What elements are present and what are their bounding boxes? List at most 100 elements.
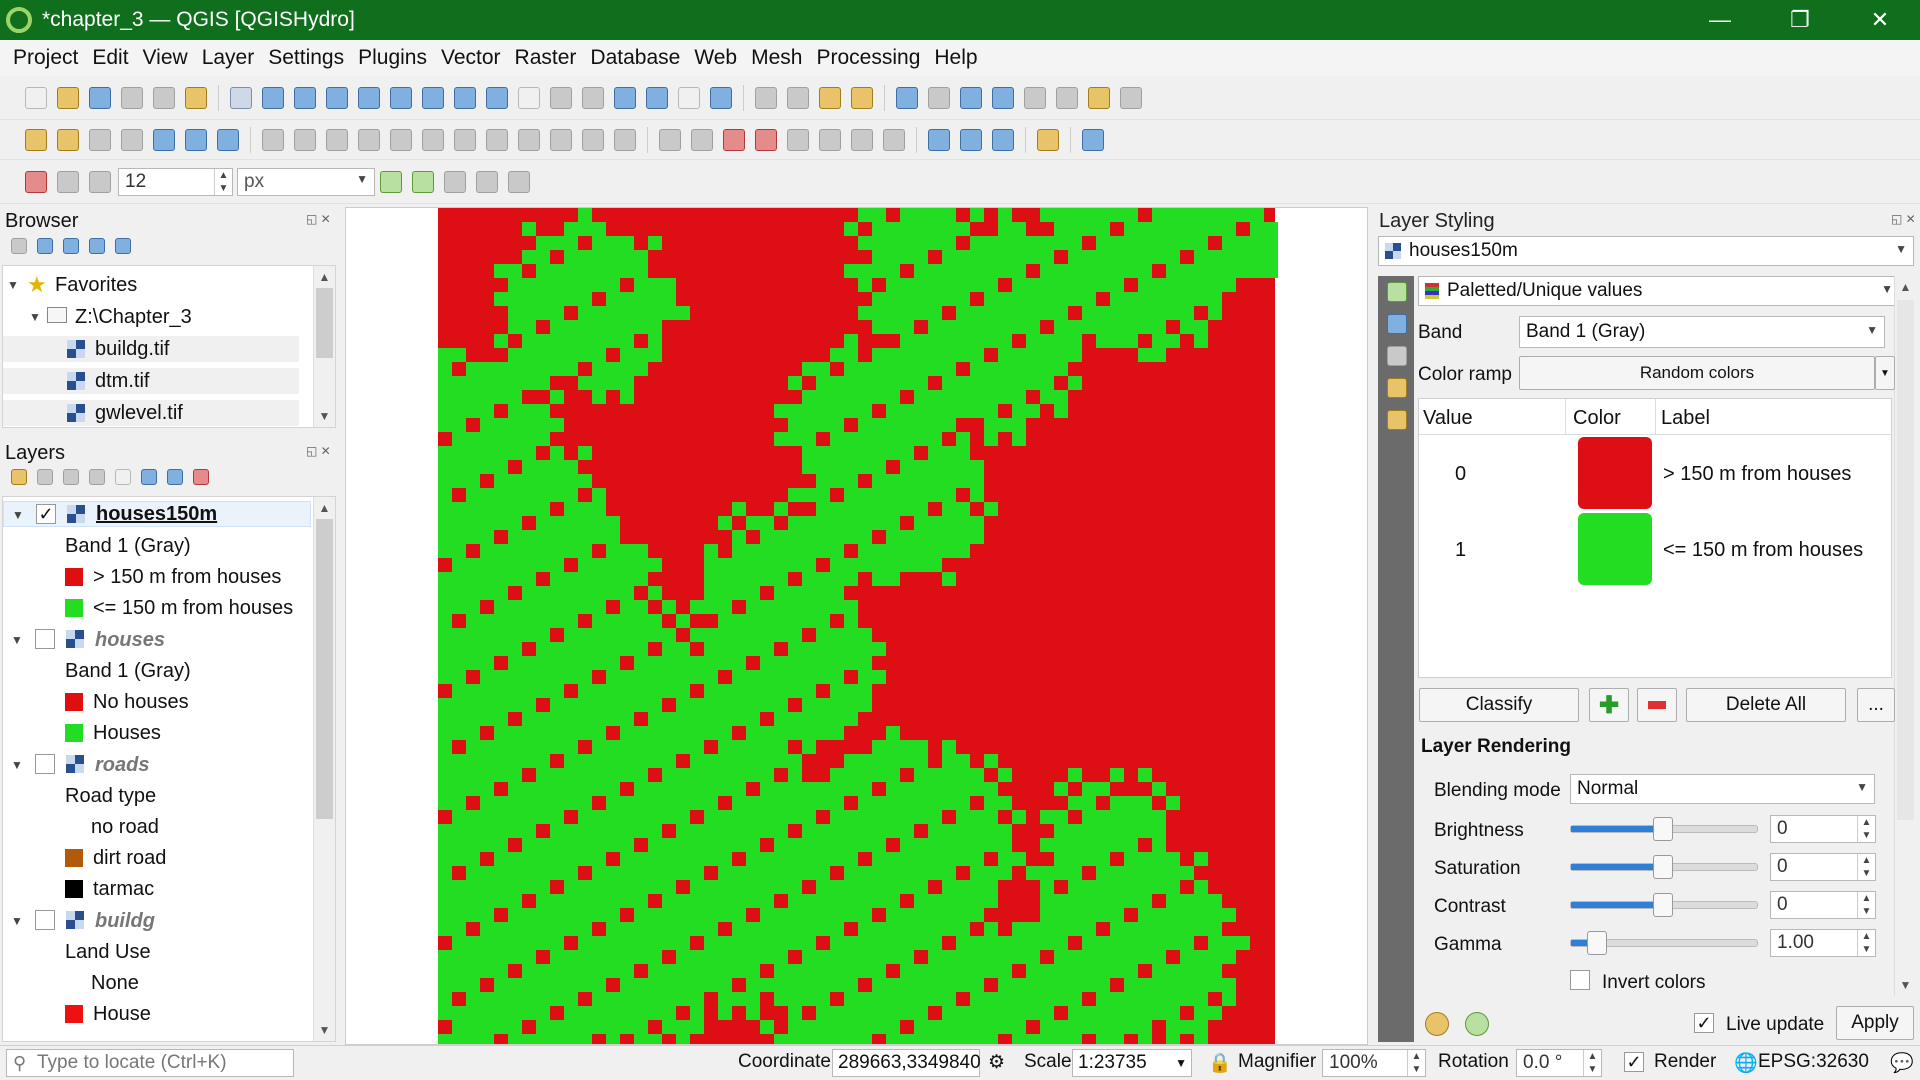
contrast-input[interactable]: 0 ▲ ▼ <box>1770 891 1876 919</box>
menu-view[interactable]: View <box>143 46 188 70</box>
class-color-swatch[interactable] <box>1578 437 1652 509</box>
new-project-icon[interactable] <box>25 86 47 109</box>
styling-panel-controls[interactable]: ◱ ✕ <box>1891 212 1916 226</box>
layer-item-roads[interactable]: ▼ roads <box>3 752 303 778</box>
undo-icon[interactable] <box>582 128 604 151</box>
add-raster-layer-icon[interactable] <box>121 128 143 151</box>
remove-class-icon[interactable] <box>1637 688 1677 722</box>
add-class-icon[interactable]: ✚ <box>1589 688 1629 722</box>
zoom-next-icon[interactable] <box>518 86 540 109</box>
rotate-label-icon[interactable] <box>851 128 873 151</box>
redo-style-icon[interactable] <box>1465 1012 1489 1036</box>
temporal-controller-icon[interactable] <box>678 86 700 109</box>
map-canvas[interactable] <box>345 207 1368 1045</box>
globe-icon[interactable] <box>992 128 1014 151</box>
layers-scrollbar[interactable]: ▲ ▼ <box>313 497 335 1041</box>
rendering-icon[interactable] <box>1387 378 1407 398</box>
browser-refresh-icon[interactable] <box>37 238 53 254</box>
identify-icon[interactable] <box>896 86 918 109</box>
rotation-input[interactable]: 0.0 ° ▲ ▼ <box>1516 1049 1602 1077</box>
crs-globe-icon[interactable]: 🌐 <box>1734 1051 1758 1075</box>
symbology-icon[interactable] <box>1387 282 1407 302</box>
histogram-icon[interactable] <box>1387 346 1407 366</box>
gamma-slider[interactable] <box>1570 931 1758 955</box>
color-ramp-button[interactable]: Random colors <box>1519 356 1875 390</box>
avoid-overlap-icon[interactable] <box>444 170 466 193</box>
menu-layer[interactable]: Layer <box>202 46 255 70</box>
open-project-icon[interactable] <box>57 86 79 109</box>
column-value[interactable]: Value <box>1423 407 1473 430</box>
zoom-out-icon[interactable] <box>326 86 348 109</box>
tracing-icon[interactable] <box>476 170 498 193</box>
apply-button[interactable]: Apply <box>1836 1006 1914 1040</box>
pan-icon[interactable] <box>230 86 252 109</box>
measure-icon[interactable] <box>1056 86 1078 109</box>
python-console-icon[interactable] <box>1037 128 1059 151</box>
select-features-icon[interactable] <box>755 86 777 109</box>
styling-scrollbar[interactable]: ▲ ▼ <box>1894 276 1916 996</box>
render-checkbox[interactable]: ✓ <box>1624 1052 1644 1072</box>
copy-features-icon[interactable] <box>518 128 540 151</box>
lock-scale-icon[interactable]: 🔒 <box>1208 1051 1232 1075</box>
browser-item-favorites[interactable]: ▼ ★ Favorites <box>3 272 303 298</box>
modify-attributes-icon[interactable] <box>422 128 444 151</box>
topological-editing-icon[interactable] <box>380 170 402 193</box>
menu-database[interactable]: Database <box>590 46 680 70</box>
locator-icon[interactable] <box>1120 86 1142 109</box>
select-location-icon[interactable] <box>851 86 873 109</box>
undo-style-icon[interactable] <box>1425 1012 1449 1036</box>
close-button[interactable]: ✕ <box>1840 0 1920 40</box>
new-map-view-icon[interactable] <box>550 86 572 109</box>
print-layout-icon[interactable] <box>121 86 143 109</box>
snapping-tolerance-input[interactable]: 12 ▲ ▼ <box>118 167 233 196</box>
digitize-icon[interactable] <box>262 128 284 151</box>
paste-features-icon[interactable] <box>550 128 572 151</box>
new-bookmark-icon[interactable] <box>614 86 636 109</box>
open-attribute-table-icon[interactable] <box>928 86 950 109</box>
snapping-enabled-icon[interactable] <box>25 170 47 193</box>
zoom-native-icon[interactable] <box>454 86 476 109</box>
layout-manager-icon[interactable] <box>153 86 175 109</box>
layer-diagram-icon[interactable] <box>755 128 777 151</box>
pan-to-selection-icon[interactable] <box>262 86 284 109</box>
delete-selected-icon[interactable] <box>454 128 476 151</box>
transparency-icon[interactable] <box>1387 314 1407 334</box>
self-snapping-icon[interactable] <box>508 170 530 193</box>
browser-item-gwlevel[interactable]: gwlevel.tif <box>3 400 299 426</box>
browser-tree[interactable]: ▼ ★ Favorites ▼ Z:\Chapter_3 buildg.tif … <box>2 265 336 428</box>
layers-panel-controls[interactable]: ◱ ✕ <box>306 444 331 458</box>
show-bookmarks-icon[interactable] <box>646 86 668 109</box>
new-3d-view-icon[interactable] <box>582 86 604 109</box>
deselect-icon[interactable] <box>819 86 841 109</box>
help-icon[interactable] <box>1082 128 1104 151</box>
add-wms-layer-icon[interactable] <box>217 128 239 151</box>
browser-scrollbar[interactable]: ▲ ▼ <box>313 266 335 427</box>
web-service-icon[interactable] <box>960 128 982 151</box>
redo-icon[interactable] <box>614 128 636 151</box>
remove-layer-icon[interactable] <box>193 469 209 485</box>
history-icon[interactable] <box>1387 410 1407 430</box>
filter-expression-icon[interactable] <box>115 469 131 485</box>
vertex-tool-icon[interactable] <box>390 128 412 151</box>
collapse-all-icon[interactable] <box>89 238 105 254</box>
map-tips-icon[interactable] <box>1088 86 1110 109</box>
refresh-icon[interactable] <box>710 86 732 109</box>
layer-item-houses150m[interactable]: ▼ ✓ houses150m <box>3 501 311 527</box>
add-feature-icon[interactable] <box>358 128 380 151</box>
change-label-icon[interactable] <box>883 128 905 151</box>
saturation-slider[interactable] <box>1570 855 1758 879</box>
browser-item-buildg[interactable]: buildg.tif <box>3 336 299 362</box>
data-source-manager-icon[interactable] <box>25 128 47 151</box>
zoom-in-icon[interactable] <box>294 86 316 109</box>
pin-labels-icon[interactable] <box>691 128 713 151</box>
label-tool-icon[interactable] <box>659 128 681 151</box>
table-row[interactable]: 0 > 150 m from houses <box>1419 437 1891 513</box>
layer-item-buildg[interactable]: ▼ buildg <box>3 908 303 934</box>
saturation-input[interactable]: 0 ▲ ▼ <box>1770 853 1876 881</box>
invert-colors-checkbox[interactable] <box>1570 970 1590 990</box>
menu-plugins[interactable]: Plugins <box>358 46 427 70</box>
browser-item-folder[interactable]: ▼ Z:\Chapter_3 <box>3 304 303 330</box>
zoom-full-icon[interactable] <box>358 86 380 109</box>
snapping-intersection-icon[interactable] <box>412 170 434 193</box>
brightness-input[interactable]: 0 ▲ ▼ <box>1770 815 1876 843</box>
